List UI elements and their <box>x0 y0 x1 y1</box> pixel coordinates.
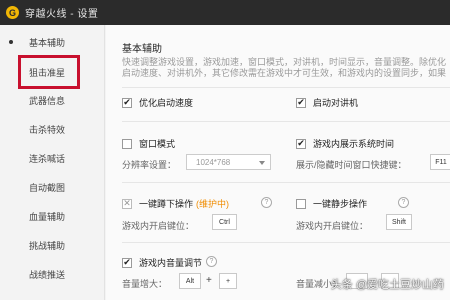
walkie-talkie-checkbox[interactable]: ✔ <box>296 97 306 108</box>
optimize-startup-label: 优化启动速度 <box>139 98 194 108</box>
optimize-startup-checkbox[interactable]: ✔ <box>122 97 132 108</box>
divider <box>122 87 450 88</box>
divider <box>122 182 450 183</box>
help-icon[interactable]: ? <box>261 197 272 208</box>
section-title: 基本辅助 <box>122 44 162 55</box>
crouch-key-field[interactable]: Ctrl <box>212 214 237 230</box>
one-key-crouch-option[interactable]: ✕ 一键蹲下操作 (维护中) <box>122 197 229 210</box>
sidebar-item-kill-effect[interactable]: 击杀特效 <box>0 116 105 142</box>
optimize-startup-option[interactable]: ✔ 优化启动速度 <box>122 96 193 109</box>
chevron-down-icon <box>259 161 265 165</box>
one-key-mute-checkbox[interactable] <box>296 198 306 209</box>
window-mode-checkbox[interactable] <box>122 138 132 149</box>
help-icon[interactable]: ? <box>398 197 409 208</box>
watermark: 头条 @爱吃土豆炒山药 <box>330 279 444 291</box>
mute-key-field[interactable]: Shift <box>386 214 412 230</box>
volume-up-label: 音量增大： <box>122 279 168 289</box>
show-time-checkbox[interactable]: ✔ <box>296 138 306 149</box>
divider <box>122 242 450 243</box>
sidebar-item-weapon-info[interactable]: 武器信息 <box>0 87 105 113</box>
window-mode-option[interactable]: 窗口模式 <box>122 137 175 150</box>
volume-up-key-1[interactable]: Alt <box>179 273 201 289</box>
crouch-key-label: 游戏内开启键位： <box>122 221 195 231</box>
one-key-crouch-checkbox[interactable]: ✕ <box>122 198 132 209</box>
window-mode-label: 窗口模式 <box>139 139 176 149</box>
sidebar-item-killstreak-shout[interactable]: 连杀喊话 <box>0 145 105 171</box>
walkie-talkie-option[interactable]: ✔ 启动对讲机 <box>296 96 358 109</box>
highlight-annotation-box <box>18 55 80 89</box>
sidebar-item-auto-screenshot[interactable]: 自动截图 <box>0 174 105 200</box>
show-time-label: 游戏内展示系统时间 <box>313 139 395 149</box>
title-bar: G 穿越火线 - 设置 <box>0 0 450 25</box>
divider <box>122 121 450 122</box>
plus-separator: + <box>206 275 212 286</box>
volume-adjust-checkbox[interactable]: ✔ <box>122 257 132 268</box>
one-key-crouch-label: 一键蹲下操作 <box>139 199 194 209</box>
window-title: 穿越火线 - 设置 <box>25 9 99 20</box>
settings-panel: 基本辅助 快速调整游戏设置，游戏加速，窗口模式，对讲机，时间显示，音量调整。除优… <box>106 25 450 300</box>
resolution-select[interactable]: 1024*768 <box>186 154 271 170</box>
sidebar-item-challenge-assist[interactable]: 挑战辅助 <box>0 232 105 258</box>
one-key-mute-label: 一键静步操作 <box>313 199 368 209</box>
show-time-option[interactable]: ✔ 游戏内展示系统时间 <box>296 137 394 150</box>
one-key-mute-option[interactable]: 一键静步操作 <box>296 197 367 210</box>
app-logo-icon: G <box>6 6 19 19</box>
resolution-label: 分辨率设置： <box>122 160 177 170</box>
maintenance-badge: (维护中) <box>196 199 230 209</box>
mute-key-label: 游戏内开启键位： <box>296 221 369 231</box>
sidebar-item-basic-assist[interactable]: 基本辅助 <box>0 29 105 55</box>
time-hotkey-field[interactable]: F11 <box>430 154 450 170</box>
time-hotkey-label: 展示/隐藏时间窗口快捷键： <box>296 160 407 170</box>
volume-adjust-option[interactable]: ✔ 游戏内音量调节 <box>122 256 202 269</box>
volume-adjust-label: 游戏内音量调节 <box>139 258 203 268</box>
section-description: 快速调整游戏设置，游戏加速，窗口模式，对讲机，时间显示，音量调整。除优化启动速度… <box>122 57 447 78</box>
walkie-talkie-label: 启动对讲机 <box>313 98 359 108</box>
volume-up-key-2[interactable]: + <box>219 273 237 289</box>
help-icon[interactable]: ? <box>206 256 217 267</box>
sidebar-item-health-assist[interactable]: 血量辅助 <box>0 203 105 229</box>
sidebar-item-stats-push[interactable]: 战绩推送 <box>0 261 105 287</box>
resolution-value: 1024*768 <box>196 157 231 167</box>
